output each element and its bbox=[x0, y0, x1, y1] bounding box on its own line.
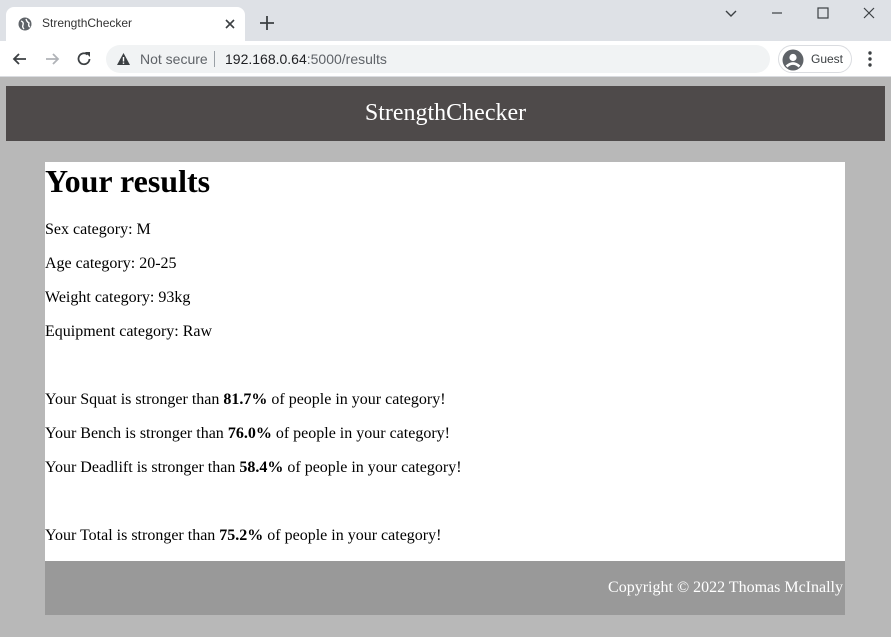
site-footer: Copyright © 2022 Thomas McInally bbox=[45, 561, 845, 615]
forward-arrow-icon[interactable] bbox=[42, 49, 62, 69]
bench-result: Your Bench is stronger than 76.0% of peo… bbox=[45, 425, 450, 443]
maximize-icon[interactable] bbox=[812, 5, 834, 23]
sex-label: Sex category: bbox=[45, 221, 137, 238]
deadlift-prefix: Your Deadlift is stronger than bbox=[45, 459, 240, 476]
age-value: 20-25 bbox=[139, 255, 177, 272]
security-label[interactable]: Not secure bbox=[140, 51, 208, 67]
profile-label: Guest bbox=[811, 52, 844, 66]
weight-label: Weight category: bbox=[45, 289, 159, 306]
tab-title: StrengthChecker bbox=[42, 16, 133, 30]
avatar-icon bbox=[782, 49, 804, 71]
weight-category: Weight category: 93kg bbox=[45, 289, 190, 307]
total-prefix: Your Total is stronger than bbox=[45, 527, 220, 544]
equipment-value: Raw bbox=[182, 323, 213, 340]
back-arrow-icon[interactable] bbox=[10, 49, 30, 69]
url-text[interactable]: 192.168.0.64:5000/results bbox=[225, 51, 387, 67]
bench-suffix: of people in your category! bbox=[271, 425, 450, 442]
results-card: Your results Sex category: M Age categor… bbox=[45, 162, 845, 561]
age-label: Age category: bbox=[45, 255, 140, 272]
reload-icon[interactable] bbox=[74, 49, 94, 69]
page-title: Your results bbox=[45, 163, 211, 199]
deadlift-result: Your Deadlift is stronger than 58.4% of … bbox=[45, 459, 462, 477]
profile-button[interactable]: Guest bbox=[778, 45, 852, 73]
new-tab-icon[interactable] bbox=[258, 14, 276, 32]
sex-value: M bbox=[136, 221, 151, 238]
equipment-label: Equipment category: bbox=[45, 323, 183, 340]
site-header: StrengthChecker bbox=[6, 86, 885, 141]
total-result: Your Total is stronger than 75.2% of peo… bbox=[45, 527, 441, 545]
age-category: Age category: 20-25 bbox=[45, 255, 177, 273]
more-menu-icon[interactable] bbox=[862, 49, 878, 69]
squat-percentage: 81.7% bbox=[223, 391, 268, 408]
deadlift-percentage: 58.4% bbox=[239, 459, 284, 476]
close-window-icon[interactable] bbox=[858, 5, 880, 23]
address-divider bbox=[214, 51, 215, 67]
squat-suffix: of people in your category! bbox=[267, 391, 446, 408]
url-path: :5000/results bbox=[306, 51, 387, 67]
address-bar[interactable]: Not secure 192.168.0.64:5000/results bbox=[106, 45, 770, 73]
tab-strip: StrengthChecker bbox=[0, 0, 891, 41]
minimize-icon[interactable] bbox=[766, 5, 788, 23]
bench-prefix: Your Bench is stronger than bbox=[45, 425, 228, 442]
squat-result: Your Squat is stronger than 81.7% of peo… bbox=[45, 391, 446, 409]
browser-toolbar: Not secure 192.168.0.64:5000/results Gue… bbox=[0, 41, 891, 77]
total-percentage: 75.2% bbox=[219, 527, 264, 544]
weight-value: 93kg bbox=[158, 289, 191, 306]
chevron-down-icon[interactable] bbox=[720, 5, 742, 23]
equipment-category: Equipment category: Raw bbox=[45, 323, 212, 341]
sex-category: Sex category: M bbox=[45, 221, 151, 239]
globe-icon bbox=[18, 17, 32, 31]
site-title: StrengthChecker bbox=[364, 100, 527, 126]
url-host: 192.168.0.64 bbox=[225, 51, 307, 67]
browser-tab[interactable]: StrengthChecker bbox=[6, 7, 245, 41]
deadlift-suffix: of people in your category! bbox=[283, 459, 462, 476]
copyright-text: Copyright © 2022 Thomas McInally bbox=[608, 579, 843, 596]
close-tab-icon[interactable] bbox=[222, 16, 238, 32]
total-suffix: of people in your category! bbox=[263, 527, 442, 544]
warning-icon[interactable] bbox=[116, 52, 131, 66]
squat-prefix: Your Squat is stronger than bbox=[45, 391, 224, 408]
bench-percentage: 76.0% bbox=[227, 425, 272, 442]
